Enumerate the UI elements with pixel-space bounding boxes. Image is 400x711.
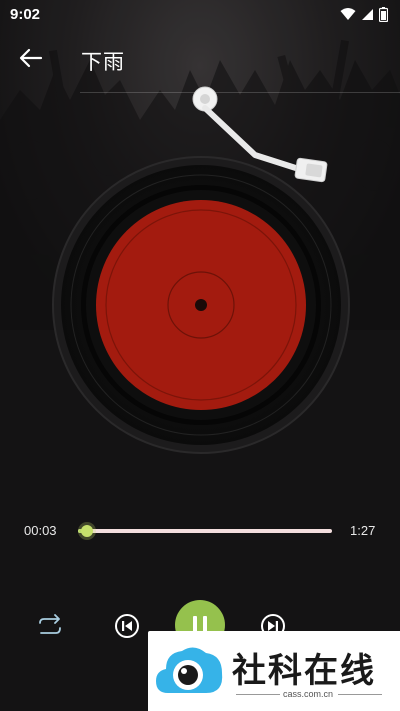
repeat-icon (39, 614, 61, 634)
cloud-eye-logo-icon (156, 647, 223, 693)
watermark: 社科在线 cass.com.cn (148, 631, 400, 711)
status-bar: 9:02 (0, 0, 400, 28)
signal-icon (362, 8, 373, 20)
top-app-bar: 下雨 (0, 34, 400, 82)
current-time: 00:03 (24, 523, 57, 538)
battery-icon (379, 6, 388, 22)
repeat-button[interactable] (34, 610, 66, 642)
back-button[interactable] (16, 44, 46, 72)
status-time: 9:02 (10, 5, 41, 23)
song-title: 下雨 (81, 50, 125, 74)
vinyl-label (96, 200, 306, 410)
arrow-left-icon (19, 48, 43, 68)
watermark-divider-right (338, 694, 382, 695)
progress-row: 00:03 1:27 (0, 520, 400, 542)
progress-seekbar[interactable] (78, 525, 332, 537)
skip-previous-icon (115, 614, 139, 638)
status-icons (340, 6, 388, 22)
total-time: 1:27 (350, 523, 376, 538)
turntable (0, 80, 400, 460)
wifi-icon (340, 8, 356, 20)
watermark-text: 社科在线 (232, 651, 376, 691)
previous-button[interactable] (113, 612, 141, 640)
progress-thumb[interactable] (80, 525, 93, 537)
